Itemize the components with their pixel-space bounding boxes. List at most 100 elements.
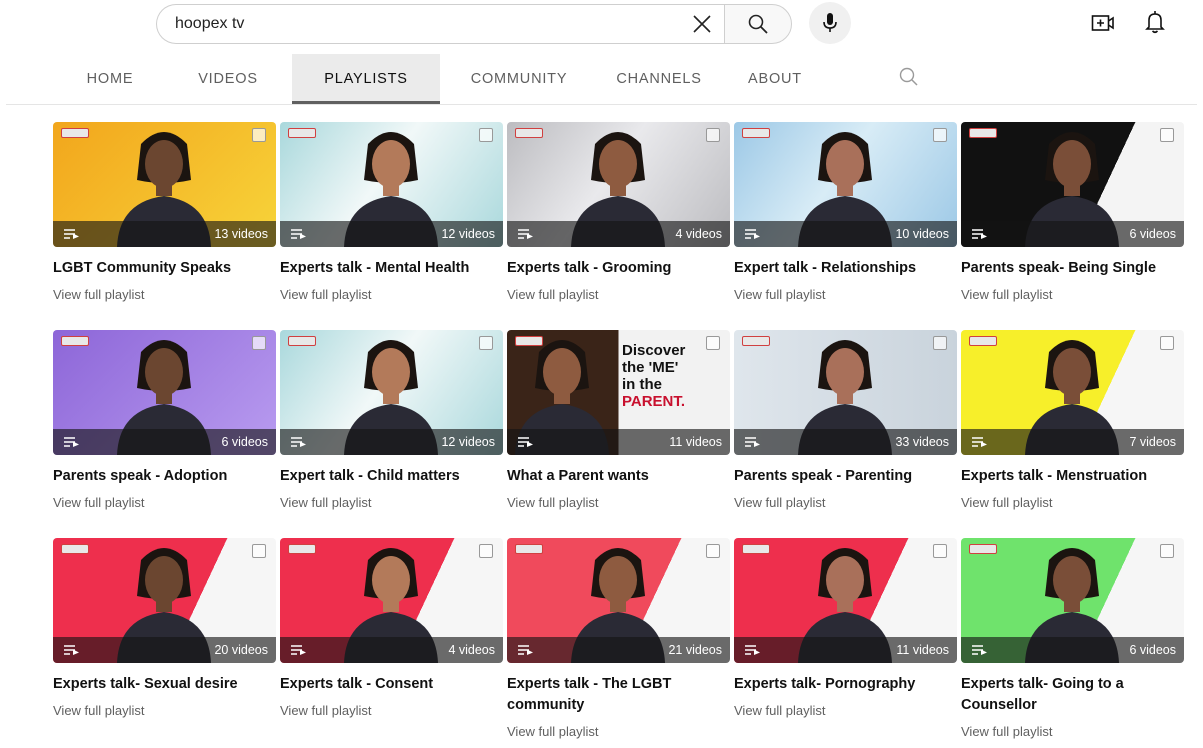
- playlist-title[interactable]: Expert talk - Relationships: [734, 258, 957, 279]
- view-full-playlist-link[interactable]: View full playlist: [53, 703, 276, 718]
- search-button[interactable]: [724, 4, 792, 44]
- playlist-card[interactable]: 4 videos Experts talk - Consent View ful…: [280, 538, 503, 718]
- view-full-playlist-link[interactable]: View full playlist: [961, 724, 1184, 739]
- playlist-card[interactable]: 10 videos Expert talk - Relationships Vi…: [734, 122, 957, 302]
- view-full-playlist-link[interactable]: View full playlist: [280, 703, 503, 718]
- video-count: 11 videos: [896, 643, 949, 657]
- playlist-icon: [972, 645, 987, 655]
- playlist-card[interactable]: 20 videos Experts talk- Sexual desire Vi…: [53, 538, 276, 718]
- poster-line: the 'ME': [622, 359, 679, 376]
- playlist-card[interactable]: 7 videos Experts talk - Menstruation Vie…: [961, 330, 1184, 510]
- playlist-thumbnail[interactable]: 10 videos: [734, 122, 957, 247]
- playlist-thumbnail[interactable]: 4 videos: [280, 538, 503, 663]
- playlist-title[interactable]: LGBT Community Speaks: [53, 258, 276, 279]
- playlist-title[interactable]: Experts talk- Going to a Counsellor: [961, 674, 1184, 716]
- view-full-playlist-link[interactable]: View full playlist: [280, 287, 503, 302]
- view-full-playlist-link[interactable]: View full playlist: [734, 287, 957, 302]
- watermark-logo: [479, 544, 493, 558]
- playlist-thumbnail[interactable]: 6 videos: [961, 538, 1184, 663]
- playlist-card[interactable]: 4 videos Experts talk - Grooming View fu…: [507, 122, 730, 302]
- view-full-playlist-link[interactable]: View full playlist: [734, 495, 957, 510]
- notifications-button[interactable]: [1142, 8, 1168, 36]
- playlist-thumbnail[interactable]: 6 videos: [53, 330, 276, 455]
- playlist-card[interactable]: 11 videos Experts talk- Pornography View…: [734, 538, 957, 718]
- playlist-title[interactable]: Experts talk - The LGBT community: [507, 674, 730, 716]
- channel-logo: [288, 336, 316, 346]
- view-full-playlist-link[interactable]: View full playlist: [961, 495, 1184, 510]
- poster-line: PARENT.: [622, 393, 686, 410]
- search-query: hoopex tv: [175, 15, 245, 32]
- channel-logo: [969, 336, 997, 346]
- playlist-title[interactable]: Experts talk- Pornography: [734, 674, 957, 695]
- channel-logo: [515, 336, 543, 346]
- view-full-playlist-link[interactable]: View full playlist: [53, 495, 276, 510]
- create-button[interactable]: [1090, 10, 1116, 36]
- thumbnail-overlay: 11 videos: [507, 429, 730, 455]
- close-icon[interactable]: [682, 4, 722, 44]
- tab-home[interactable]: HOME: [56, 54, 164, 104]
- playlist-title[interactable]: Parents speak - Parenting: [734, 466, 957, 487]
- tab-channels[interactable]: CHANNELS: [598, 54, 720, 104]
- playlist-card[interactable]: 12 videos Expert talk - Child matters Vi…: [280, 330, 503, 510]
- view-full-playlist-link[interactable]: View full playlist: [507, 724, 730, 739]
- playlist-title[interactable]: Experts talk - Menstruation: [961, 466, 1184, 487]
- playlist-thumbnail[interactable]: 21 videos: [507, 538, 730, 663]
- playlist-card[interactable]: 12 videos Experts talk - Mental Health V…: [280, 122, 503, 302]
- playlist-title[interactable]: Experts talk - Mental Health: [280, 258, 503, 279]
- playlist-icon: [64, 437, 79, 447]
- playlist-title[interactable]: Experts talk- Sexual desire: [53, 674, 276, 695]
- view-full-playlist-link[interactable]: View full playlist: [507, 495, 730, 510]
- playlist-icon: [518, 229, 533, 239]
- view-full-playlist-link[interactable]: View full playlist: [53, 287, 276, 302]
- playlist-card[interactable]: Discover the 'ME' in the PARENT. 11 videos …: [507, 330, 730, 510]
- search-input[interactable]: hoopex tv: [156, 4, 726, 44]
- playlist-card[interactable]: 21 videos Experts talk - The LGBT commun…: [507, 538, 730, 739]
- playlist-thumbnail[interactable]: 11 videos: [734, 538, 957, 663]
- tab-community[interactable]: COMMUNITY: [440, 54, 598, 104]
- tab-videos[interactable]: VIDEOS: [164, 54, 292, 104]
- view-full-playlist-link[interactable]: View full playlist: [961, 287, 1184, 302]
- playlist-thumbnail[interactable]: 20 videos: [53, 538, 276, 663]
- playlist-title[interactable]: Parents speak - Adoption: [53, 466, 276, 487]
- view-full-playlist-link[interactable]: View full playlist: [734, 703, 957, 718]
- video-count: 12 videos: [441, 435, 495, 449]
- thumbnail-overlay: 11 videos: [734, 637, 957, 663]
- playlist-thumbnail[interactable]: 7 videos: [961, 330, 1184, 455]
- view-full-playlist-link[interactable]: View full playlist: [280, 495, 503, 510]
- playlist-thumbnail[interactable]: 12 videos: [280, 122, 503, 247]
- playlist-card[interactable]: 6 videos Parents speak- Being Single Vie…: [961, 122, 1184, 302]
- playlist-thumbnail[interactable]: Discover the 'ME' in the PARENT. 11 videos: [507, 330, 730, 455]
- playlist-thumbnail[interactable]: 13 videos: [53, 122, 276, 247]
- tab-playlists[interactable]: PLAYLISTS: [292, 54, 440, 104]
- video-count: 10 videos: [895, 227, 949, 241]
- video-count: 7 videos: [1129, 435, 1176, 449]
- thumbnail-overlay: 4 videos: [507, 221, 730, 247]
- video-count: 33 videos: [895, 435, 949, 449]
- playlist-card[interactable]: 6 videos Experts talk- Going to a Counse…: [961, 538, 1184, 739]
- search-icon: [899, 67, 918, 86]
- playlist-icon: [518, 645, 533, 655]
- channel-logo: [969, 128, 997, 138]
- playlist-thumbnail[interactable]: 6 videos: [961, 122, 1184, 247]
- playlist-thumbnail[interactable]: 4 videos: [507, 122, 730, 247]
- channel-search-button[interactable]: [898, 66, 922, 90]
- playlist-title[interactable]: Parents speak- Being Single: [961, 258, 1184, 279]
- view-full-playlist-link[interactable]: View full playlist: [507, 287, 730, 302]
- playlist-title[interactable]: What a Parent wants: [507, 466, 730, 487]
- playlist-thumbnail[interactable]: 33 videos: [734, 330, 957, 455]
- playlist-card[interactable]: 13 videos LGBT Community Speaks View ful…: [53, 122, 276, 302]
- watermark-logo: [252, 544, 266, 558]
- video-count: 11 videos: [669, 435, 722, 449]
- watermark-logo: [706, 128, 720, 142]
- playlist-thumbnail[interactable]: 12 videos: [280, 330, 503, 455]
- playlist-icon: [972, 437, 987, 447]
- voice-search-button[interactable]: [809, 2, 851, 44]
- tab-about[interactable]: ABOUT: [720, 54, 830, 104]
- channel-logo: [742, 544, 770, 554]
- playlist-title[interactable]: Experts talk - Grooming: [507, 258, 730, 279]
- poster-line: in the: [622, 376, 662, 393]
- playlist-title[interactable]: Expert talk - Child matters: [280, 466, 503, 487]
- playlist-card[interactable]: 33 videos Parents speak - Parenting View…: [734, 330, 957, 510]
- playlist-title[interactable]: Experts talk - Consent: [280, 674, 503, 695]
- playlist-card[interactable]: 6 videos Parents speak - Adoption View f…: [53, 330, 276, 510]
